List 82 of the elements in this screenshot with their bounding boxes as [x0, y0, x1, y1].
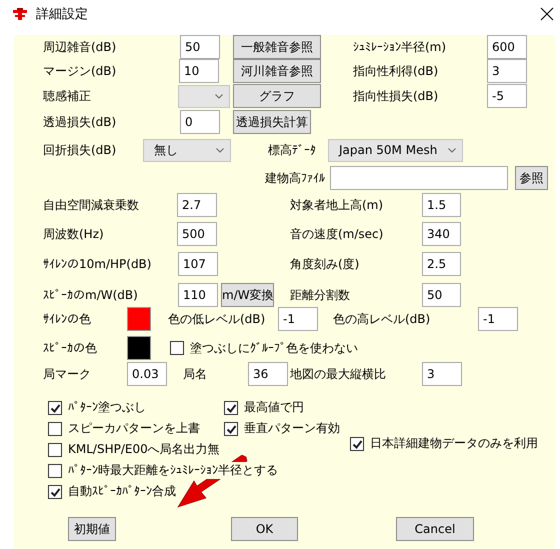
field-label: 局マーク	[43, 366, 92, 382]
input-field[interactable]: 0	[180, 110, 220, 134]
input-field[interactable]: -1	[278, 307, 318, 331]
checkbox-label: ﾊﾟﾀｰﾝ塗つぶし	[68, 399, 146, 416]
field-label: 聴感補正	[43, 88, 92, 104]
field-label: 色の高レベル(dB)	[333, 310, 432, 328]
input-field[interactable]: 1.5	[422, 193, 461, 217]
checkbox-label: スピーカパターンを上書	[68, 420, 200, 437]
field-label: ｻｲﾚﾝの10m/HP(dB)	[43, 257, 152, 271]
color-swatch[interactable]	[127, 307, 151, 331]
input-field[interactable]: 3	[487, 59, 527, 83]
field-label: ｽﾋﾟｰｶのm/W(dB)	[43, 288, 139, 302]
input-field[interactable]: 2.7	[177, 193, 217, 217]
dialog-button[interactable]: OK	[231, 517, 298, 541]
field-label: 指向性損失(dB)	[353, 88, 440, 104]
close-icon[interactable]	[540, 7, 554, 21]
checkbox[interactable]	[224, 400, 238, 414]
input-field[interactable]: 3	[422, 362, 462, 386]
action-button[interactable]: 河川雑音参照	[233, 59, 321, 83]
input-field[interactable]: 600	[487, 35, 527, 59]
field-label: 地図の最大縦横比	[290, 366, 387, 382]
checkbox-label: 最高値で円	[244, 399, 304, 416]
field-label: 音の速度(m/sec)	[290, 226, 384, 242]
action-button[interactable]: 参照	[515, 166, 548, 190]
app-icon	[12, 6, 28, 22]
action-button[interactable]: グラフ	[233, 84, 321, 108]
chevron-down-icon	[216, 148, 224, 152]
checkbox[interactable]	[48, 422, 62, 436]
input-field[interactable]: 36	[248, 362, 288, 386]
action-button[interactable]: 一般雑音参照	[233, 35, 321, 59]
input-field[interactable]: 110	[178, 283, 218, 307]
checkbox-label: 垂直パターン有効	[244, 420, 340, 437]
field-label: 建物高ﾌｧｲﾙ	[265, 170, 326, 186]
field-label: 自由空間減衰乗数	[43, 196, 140, 214]
field-label: ｽﾋﾟｰｶの色	[43, 340, 98, 356]
color-swatch[interactable]	[127, 336, 151, 360]
action-button[interactable]: 透過損失計算	[233, 110, 311, 134]
input-field[interactable]: 0.03	[127, 362, 167, 386]
field-label: 標高ﾃﾞｰﾀ	[268, 142, 317, 158]
checkbox[interactable]	[48, 442, 62, 456]
field-label: 角度刻み(度)	[290, 256, 360, 272]
field-label: 対象者地上高(m)	[290, 196, 384, 214]
input-field[interactable]	[330, 166, 508, 190]
field-label: 指向性利得(dB)	[353, 62, 440, 80]
checkbox[interactable]	[48, 464, 62, 478]
field-label: 透過損失(dB)	[43, 114, 118, 130]
field-label: 局名	[183, 366, 208, 382]
checkbox[interactable]	[350, 436, 364, 450]
input-field[interactable]: 10	[179, 59, 219, 83]
chevron-down-icon	[215, 94, 223, 98]
checkbox-label: 日本詳細建物データのみを利用	[370, 435, 538, 452]
checkbox-label: 塗つぶしにｸﾞﾙｰﾌﾟ色を使わない	[190, 340, 358, 356]
input-field[interactable]: 50	[180, 35, 220, 59]
checkbox[interactable]	[48, 484, 62, 498]
checkbox[interactable]	[224, 422, 238, 436]
checkbox-label: KML/SHP/E00へ局名出力無	[68, 441, 220, 458]
field-label: 回折損失(dB)	[43, 142, 118, 158]
input-field[interactable]: 500	[177, 222, 217, 246]
checkbox-label: 自動ｽﾋﾟｰｶﾊﾟﾀｰﾝ合成	[68, 483, 176, 500]
field-label: ｻｲﾚﾝの色	[43, 310, 92, 328]
dialog-button[interactable]: Cancel	[396, 517, 474, 541]
window-title: 詳細設定	[36, 6, 88, 23]
dialog-button[interactable]: 初期値	[68, 517, 116, 541]
field-label: 周辺雑音(dB)	[43, 38, 118, 56]
checkbox[interactable]	[48, 400, 62, 414]
input-field[interactable]: 2.5	[422, 252, 461, 276]
action-button[interactable]: m/W変換	[221, 283, 274, 307]
input-field[interactable]: -1	[478, 307, 518, 331]
input-field[interactable]: 107	[178, 252, 218, 276]
checkbox-label: ﾊﾟﾀｰﾝ時最大距離をｼｭﾐﾚｰｼｮﾝ半径とする	[68, 462, 278, 479]
dropdown[interactable]: Japan 50M Mesh	[328, 138, 463, 162]
checkbox[interactable]	[170, 341, 184, 355]
field-label: マージン(dB)	[43, 62, 118, 80]
input-field[interactable]: 50	[422, 283, 461, 307]
field-label: 色の低レベル(dB)	[168, 310, 266, 328]
input-field[interactable]: -5	[487, 84, 527, 108]
dropdown[interactable]: 無し	[143, 138, 231, 162]
input-field[interactable]: 340	[422, 222, 461, 246]
field-label: 周波数(Hz)	[43, 226, 105, 242]
field-label: 距離分割数	[290, 286, 351, 304]
chevron-down-icon	[448, 148, 456, 152]
field-label: ｼｭﾐﾚｰｼｮﾝ半径(m)	[353, 38, 448, 56]
